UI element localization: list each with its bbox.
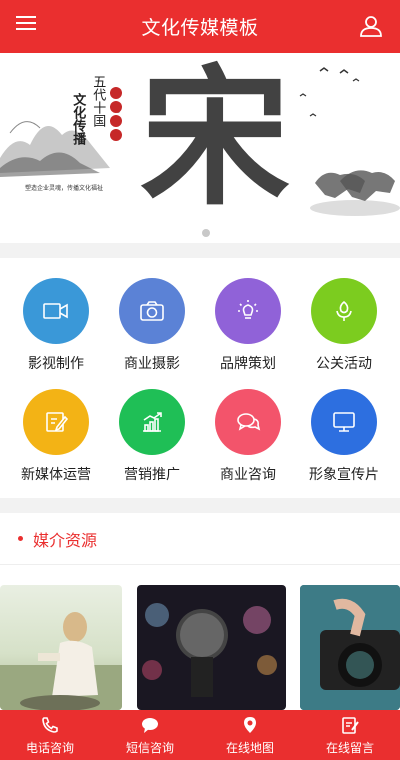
service-label: 新媒体运营 [21, 467, 91, 483]
seal-icon [110, 101, 122, 113]
banner-big-character: 宋 [140, 53, 291, 226]
user-icon[interactable] [358, 13, 384, 39]
service-label: 商业摄影 [124, 356, 180, 372]
nav-sms-consult[interactable]: 短信咨询 [100, 710, 200, 760]
seal-icon [110, 129, 122, 141]
nav-label: 在线地图 [225, 740, 274, 755]
media-thumbnail-camera[interactable] [300, 585, 400, 710]
banner-seals [110, 87, 122, 141]
camera-icon [119, 278, 185, 344]
service-label: 品牌策划 [220, 356, 276, 372]
banner-title-line-1: 五代十国 [90, 75, 106, 127]
woman-reading-photo [0, 612, 122, 710]
service-new-media-operation[interactable]: 新媒体运营 [6, 389, 106, 484]
section-title: 媒介资源 [33, 530, 98, 550]
service-pr-events[interactable]: 公关活动 [294, 278, 394, 373]
service-label: 形象宣传片 [309, 467, 379, 483]
horses-illustration [310, 170, 400, 216]
services-grid: 影视制作 商业摄影 品牌策划 公关活动 新媒体运营 营销推广 商业咨询 形象宣传… [0, 258, 400, 498]
camera-photo [300, 585, 400, 710]
banner-title-line-2: 文化传播 [70, 93, 86, 145]
video-icon [23, 278, 89, 344]
app-header: 文化传媒模板 [0, 0, 400, 53]
carousel-indicator[interactable] [202, 229, 210, 237]
service-label: 影视制作 [28, 356, 84, 372]
service-brand-planning[interactable]: 品牌策划 [198, 278, 298, 373]
service-commercial-photography[interactable]: 商业摄影 [102, 278, 202, 373]
banner-slogan: 塑造企业灵魂，传播文化福祉 [25, 185, 104, 192]
lightbulb-icon [215, 278, 281, 344]
menu-icon[interactable] [16, 14, 40, 38]
microphone-photo [142, 603, 277, 697]
service-promo-film[interactable]: 形象宣传片 [294, 389, 394, 484]
service-business-consulting[interactable]: 商业咨询 [198, 389, 298, 484]
edit-icon [23, 389, 89, 455]
media-thumbnail-reading-girl[interactable] [0, 585, 122, 710]
chat-icon [215, 389, 281, 455]
section-header: 媒介资源 [0, 513, 400, 565]
nav-label: 电话咨询 [25, 740, 74, 755]
seal-icon [110, 87, 122, 99]
hero-banner[interactable]: 五代十国 文化传播 塑造企业灵魂，传播文化福祉 宋 [0, 53, 400, 243]
bottom-nav: 电话咨询 短信咨询 在线地图 在线留言 [0, 710, 400, 760]
service-marketing-promotion[interactable]: 营销推广 [102, 389, 202, 484]
map-pin-icon [244, 716, 256, 733]
seal-icon [110, 115, 122, 127]
service-label: 公关活动 [316, 356, 372, 372]
nav-online-message[interactable]: 在线留言 [300, 710, 400, 760]
growth-chart-icon [119, 389, 185, 455]
service-video-production[interactable]: 影视制作 [6, 278, 106, 373]
section-bullet-icon [18, 536, 23, 541]
nav-label: 在线留言 [325, 740, 374, 755]
media-thumbnail-microphone[interactable] [137, 585, 286, 710]
page-title: 文化传媒模板 [141, 17, 259, 39]
nav-online-map[interactable]: 在线地图 [200, 710, 300, 760]
service-label: 商业咨询 [220, 467, 276, 483]
nav-phone-consult[interactable]: 电话咨询 [0, 710, 100, 760]
phone-icon [42, 716, 58, 733]
note-icon [342, 716, 359, 734]
birds-illustration [299, 67, 360, 117]
flower-icon [311, 278, 377, 344]
nav-label: 短信咨询 [125, 740, 174, 755]
monitor-icon [311, 389, 377, 455]
media-resources-section: 媒介资源 [0, 513, 400, 710]
service-label: 营销推广 [124, 467, 180, 483]
message-icon [142, 717, 158, 733]
